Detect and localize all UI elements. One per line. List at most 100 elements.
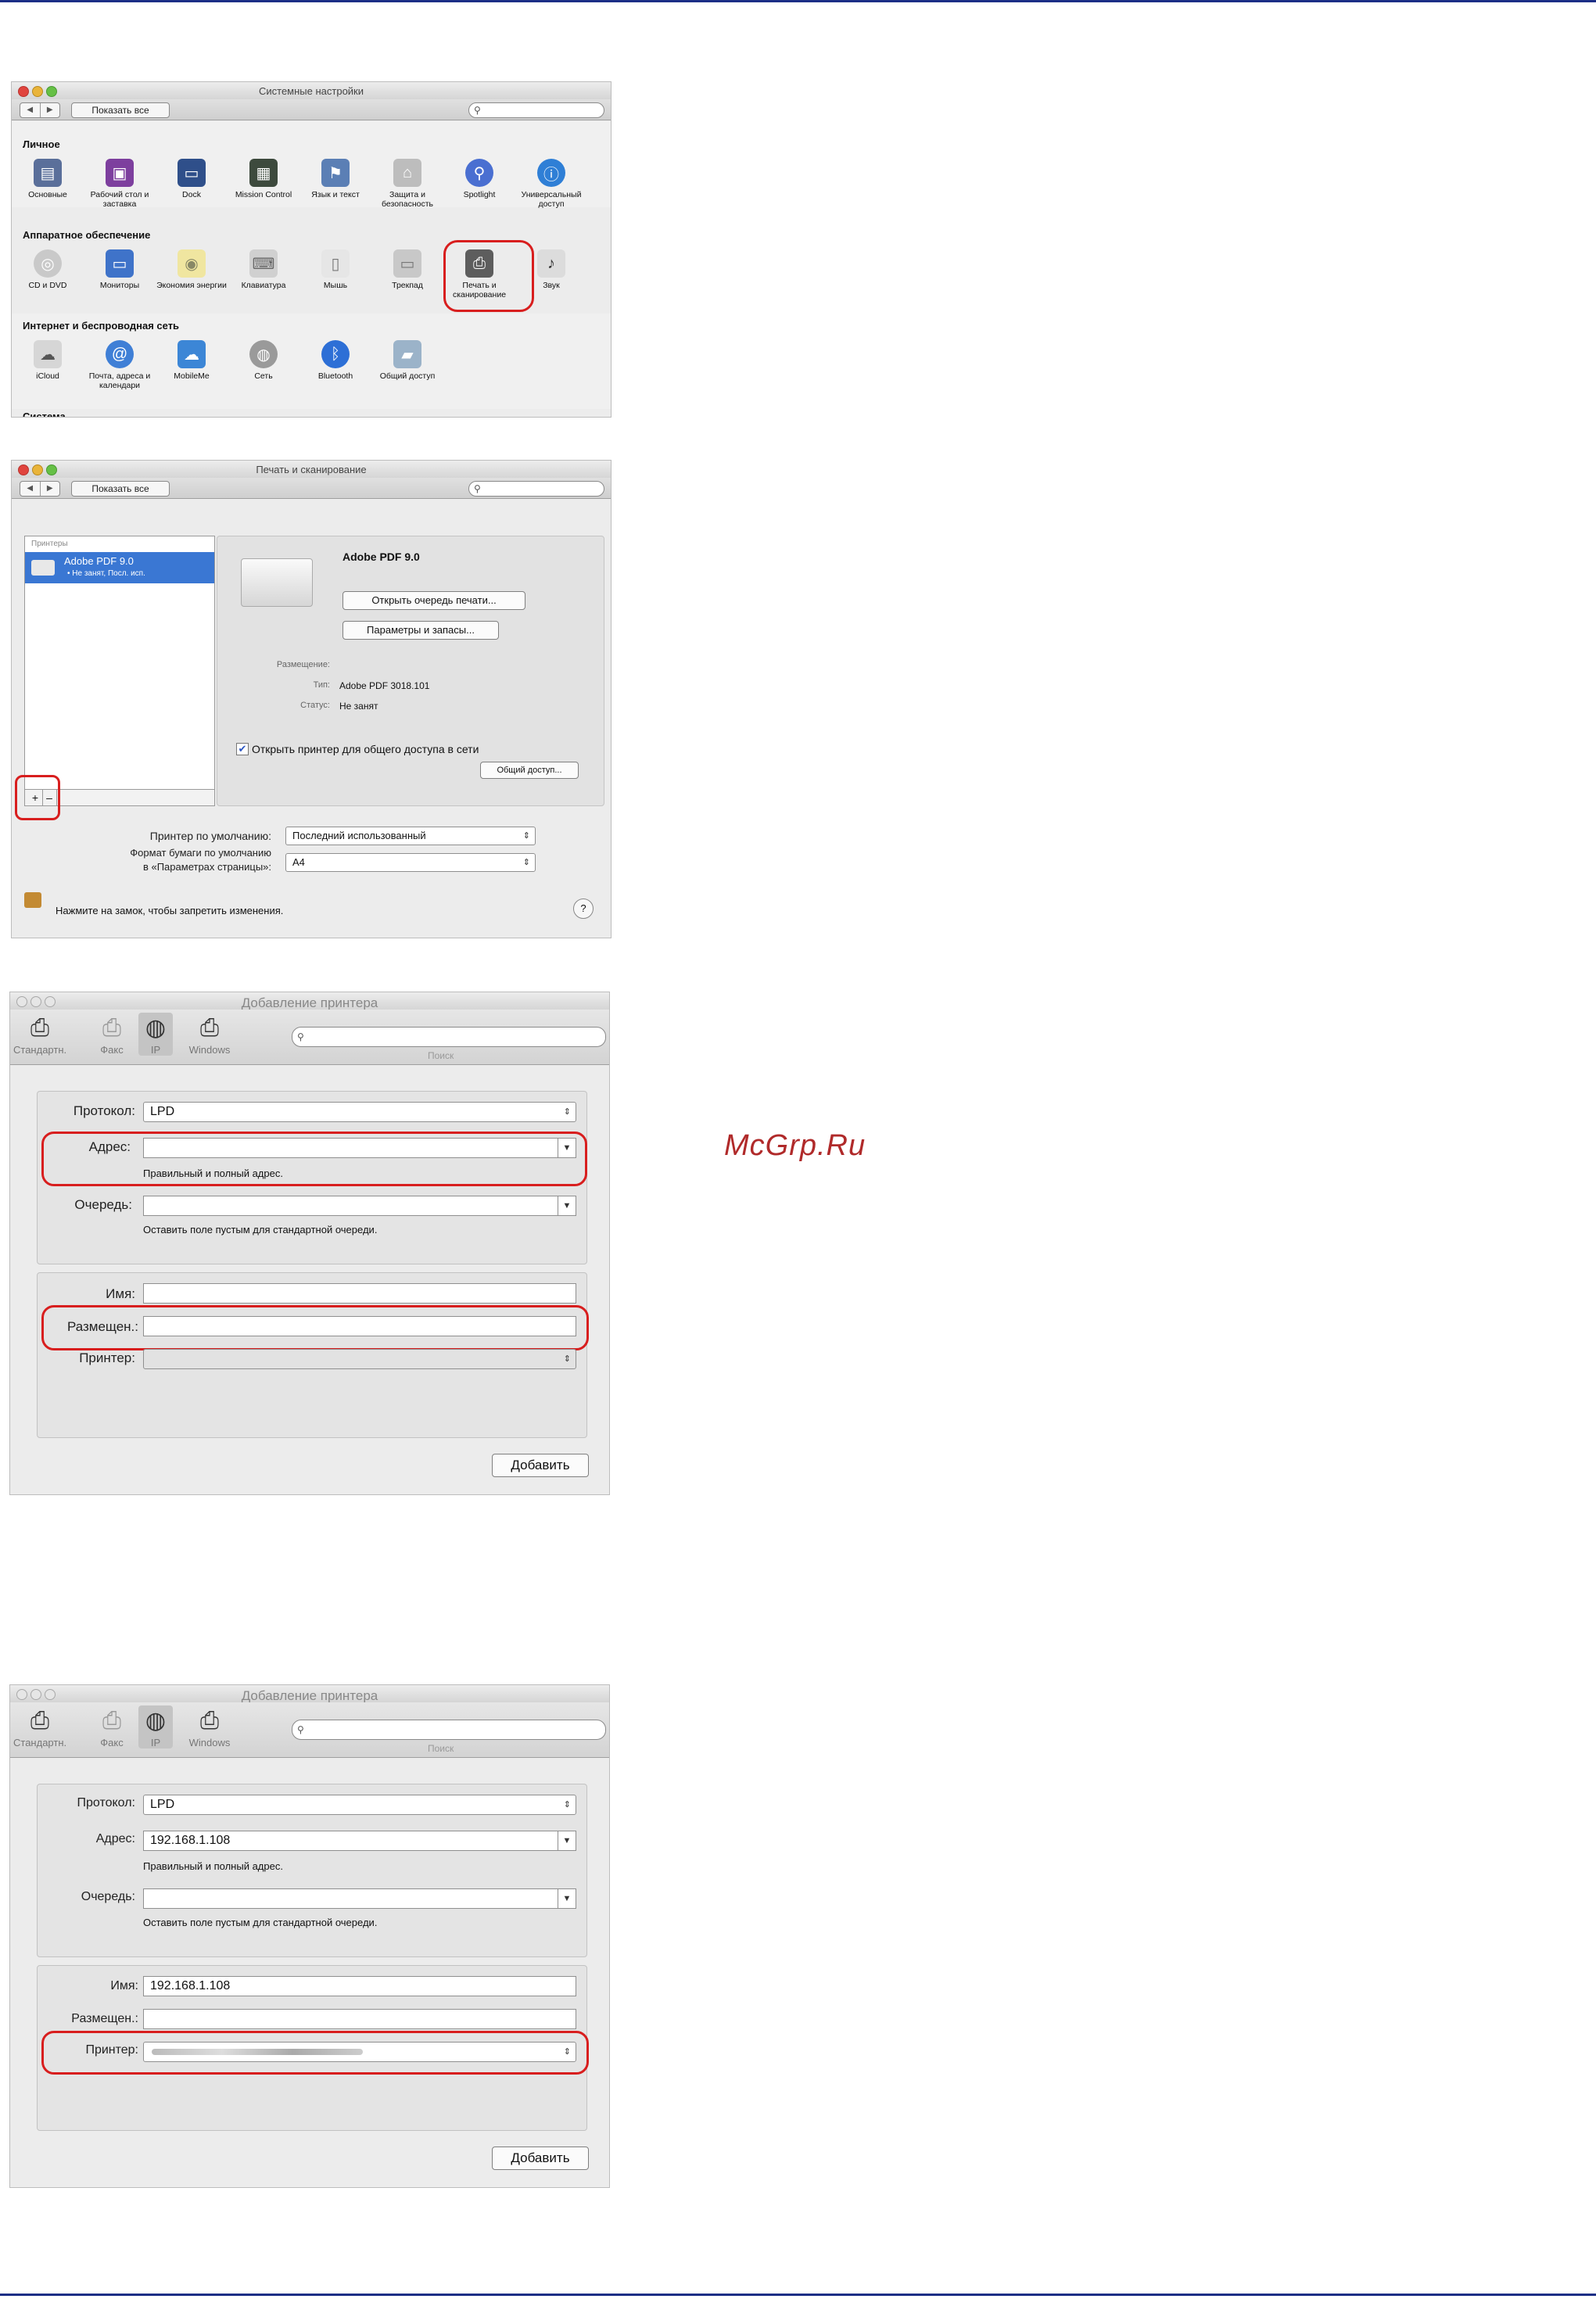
pane-spotlight[interactable]: ⚲ Spotlight xyxy=(443,159,515,199)
pane-cd-dvd[interactable]: ◎ CD и DVD xyxy=(12,249,84,290)
highlight-print-scan xyxy=(443,240,534,312)
name-input[interactable] xyxy=(143,1283,576,1304)
name-input[interactable]: 192.168.1.108 xyxy=(143,1976,576,1996)
show-all-button[interactable]: Показать все xyxy=(71,102,170,118)
pane-general[interactable]: ▤ Основные xyxy=(12,159,84,199)
printer-details-panel: Adobe PDF 9.0 Открыть очередь печати... … xyxy=(217,536,604,806)
pane-language[interactable]: ⚑ Язык и текст xyxy=(299,159,371,199)
lock-text: Нажмите на замок, чтобы запретить измене… xyxy=(56,905,284,916)
search-input[interactable]: ⚲ xyxy=(292,1720,606,1740)
printer-image xyxy=(241,558,313,607)
sharing-button[interactable]: Общий доступ... xyxy=(480,762,579,779)
dropdown-arrow-icon[interactable]: ▼ xyxy=(558,1831,576,1850)
speaker-icon: ♪ xyxy=(537,249,565,278)
search-icon: ⚲ xyxy=(297,1724,304,1735)
pane-mail[interactable]: @ Почта, адреса и календари xyxy=(84,340,156,390)
back-arrow-icon[interactable]: ◀ xyxy=(20,482,40,496)
search-input[interactable]: ⚲ xyxy=(468,481,604,497)
name-label: Имя: xyxy=(106,1286,135,1301)
lock-icon[interactable] xyxy=(24,892,41,908)
tool-default[interactable]: ⎙ Стандартн. xyxy=(13,1705,66,1748)
type-value: Adobe PDF 3018.101 xyxy=(339,680,430,691)
house-icon: ⌂ xyxy=(393,159,421,187)
pane-security[interactable]: ⌂ Защита и безопасность xyxy=(371,159,443,209)
protocol-select[interactable]: LPD ⇕ xyxy=(143,1102,576,1122)
tool-ip[interactable]: ◍ IP xyxy=(138,1013,173,1056)
search-label: Поиск xyxy=(428,1050,454,1061)
mission-control-icon: ▦ xyxy=(249,159,278,187)
pane-mission-control[interactable]: ▦ Mission Control xyxy=(228,159,299,199)
dropdown-arrow-icon[interactable]: ▼ xyxy=(558,1196,576,1215)
type-label: Тип: xyxy=(313,680,330,690)
pane-accessibility[interactable]: ⓘ Универсальный доступ xyxy=(515,159,587,209)
dropdown-arrow-icon[interactable]: ▼ xyxy=(558,1889,576,1908)
monitor-icon: ▭ xyxy=(106,249,134,278)
add-printer-toolbar: ⎙ Стандартн. ⎙ Факс ◍ IP ⎙ Windows ⚲ Поиск xyxy=(10,1702,609,1758)
select-arrows-icon: ⇕ xyxy=(522,858,530,867)
search-input[interactable]: ⚲ xyxy=(468,102,604,118)
back-arrow-icon[interactable]: ◀ xyxy=(20,103,40,117)
pane-mouse[interactable]: ▯ Мышь xyxy=(299,249,371,290)
forward-arrow-icon[interactable]: ▶ xyxy=(39,482,60,496)
location-input[interactable] xyxy=(143,2009,576,2029)
help-button[interactable]: ? xyxy=(573,898,594,919)
printer-select[interactable]: ⇕ xyxy=(143,1349,576,1369)
tool-default[interactable]: ⎙ Стандартн. xyxy=(13,1013,66,1056)
pane-bluetooth[interactable]: ᛒ Bluetooth xyxy=(299,340,371,381)
queue-input[interactable]: ▼ xyxy=(143,1196,576,1216)
add-button[interactable]: Добавить xyxy=(492,1454,589,1477)
highlight-printer xyxy=(41,2031,589,2075)
share-checkbox[interactable]: ✔ xyxy=(236,743,249,755)
tool-windows[interactable]: ⎙ Windows xyxy=(182,1705,237,1748)
protocol-select[interactable]: LPD ⇕ xyxy=(143,1795,576,1815)
pane-desktop[interactable]: ▣ Рабочий стол и заставка xyxy=(84,159,156,209)
printer-item[interactable]: Adobe PDF 9.0 • Не занят, Посл. исп. xyxy=(25,552,214,583)
bottom-rule xyxy=(0,2294,1596,2296)
options-supplies-button[interactable]: Параметры и запасы... xyxy=(343,621,499,640)
window-title: Добавление принтера xyxy=(241,1688,378,1703)
add-button[interactable]: Добавить xyxy=(492,2147,589,2170)
tool-fax[interactable]: ⎙ Факс xyxy=(95,1705,129,1748)
queue-hint: Оставить поле пустым для стандартной оче… xyxy=(143,1224,378,1236)
location-label: Размещение: xyxy=(276,660,330,669)
search-input[interactable]: ⚲ xyxy=(292,1027,606,1047)
address-input[interactable]: 192.168.1.108 ▼ xyxy=(143,1831,576,1851)
pane-mobileme[interactable]: ☁ MobileMe xyxy=(156,340,228,381)
titlebar: Добавление принтера xyxy=(10,1685,609,1703)
disc-icon: ◎ xyxy=(34,249,62,278)
spotlight-icon: ⚲ xyxy=(465,159,493,187)
pane-network[interactable]: ◍ Сеть xyxy=(228,340,299,381)
address-label: Адрес: xyxy=(95,1832,135,1845)
add-printer-window-filled: Добавление принтера ⎙ Стандартн. ⎙ Факс ◍ I… xyxy=(9,1684,610,2188)
pane-keyboard[interactable]: ⌨ Клавиатура xyxy=(228,249,299,290)
pane-displays[interactable]: ▭ Мониторы xyxy=(84,249,156,290)
paper-format-value: A4 xyxy=(292,856,305,868)
windows-printer-icon: ⎙ xyxy=(200,1708,219,1734)
pane-icloud[interactable]: ☁ iCloud xyxy=(12,340,84,381)
queue-input[interactable]: ▼ xyxy=(143,1888,576,1909)
pane-dock[interactable]: ▭ Dock xyxy=(156,159,228,199)
section-internet: Интернет и беспроводная сеть xyxy=(23,320,180,332)
print-scan-window: Печать и сканирование ◀ ▶ Показать все ⚲… xyxy=(11,460,612,938)
tool-fax[interactable]: ⎙ Факс xyxy=(95,1013,129,1056)
back-forward-buttons[interactable]: ◀ ▶ xyxy=(20,481,60,497)
pane-sharing[interactable]: ▰ Общий доступ xyxy=(371,340,443,381)
paper-format-select[interactable]: A4 ⇕ xyxy=(285,853,536,872)
search-icon: ⚲ xyxy=(474,105,481,116)
tool-windows[interactable]: ⎙ Windows xyxy=(182,1013,237,1056)
show-all-button[interactable]: Показать все xyxy=(71,481,170,497)
default-printer-select[interactable]: Последний использованный ⇕ xyxy=(285,827,536,845)
open-queue-button[interactable]: Открыть очередь печати... xyxy=(343,591,525,610)
forward-arrow-icon[interactable]: ▶ xyxy=(39,103,60,117)
bulb-icon: ◉ xyxy=(178,249,206,278)
printer-list: Принтеры Adobe PDF 9.0 • Не занят, Посл.… xyxy=(24,536,215,791)
default-printer-value: Последний использованный xyxy=(292,830,426,841)
pane-energy[interactable]: ◉ Экономия энергии xyxy=(156,249,228,290)
pane-trackpad[interactable]: ▭ Трекпад xyxy=(371,249,443,290)
tool-ip[interactable]: ◍ IP xyxy=(138,1705,173,1748)
add-printer-toolbar: ⎙ Стандартн. ⎙ Факс ◍ IP ⎙ Windows ⚲ Поиск xyxy=(10,1010,609,1065)
titlebar: Системные настройки xyxy=(12,82,611,100)
highlight-add-button xyxy=(15,775,60,820)
back-forward-buttons[interactable]: ◀ ▶ xyxy=(20,102,60,118)
window-title: Добавление принтера xyxy=(241,995,378,1010)
